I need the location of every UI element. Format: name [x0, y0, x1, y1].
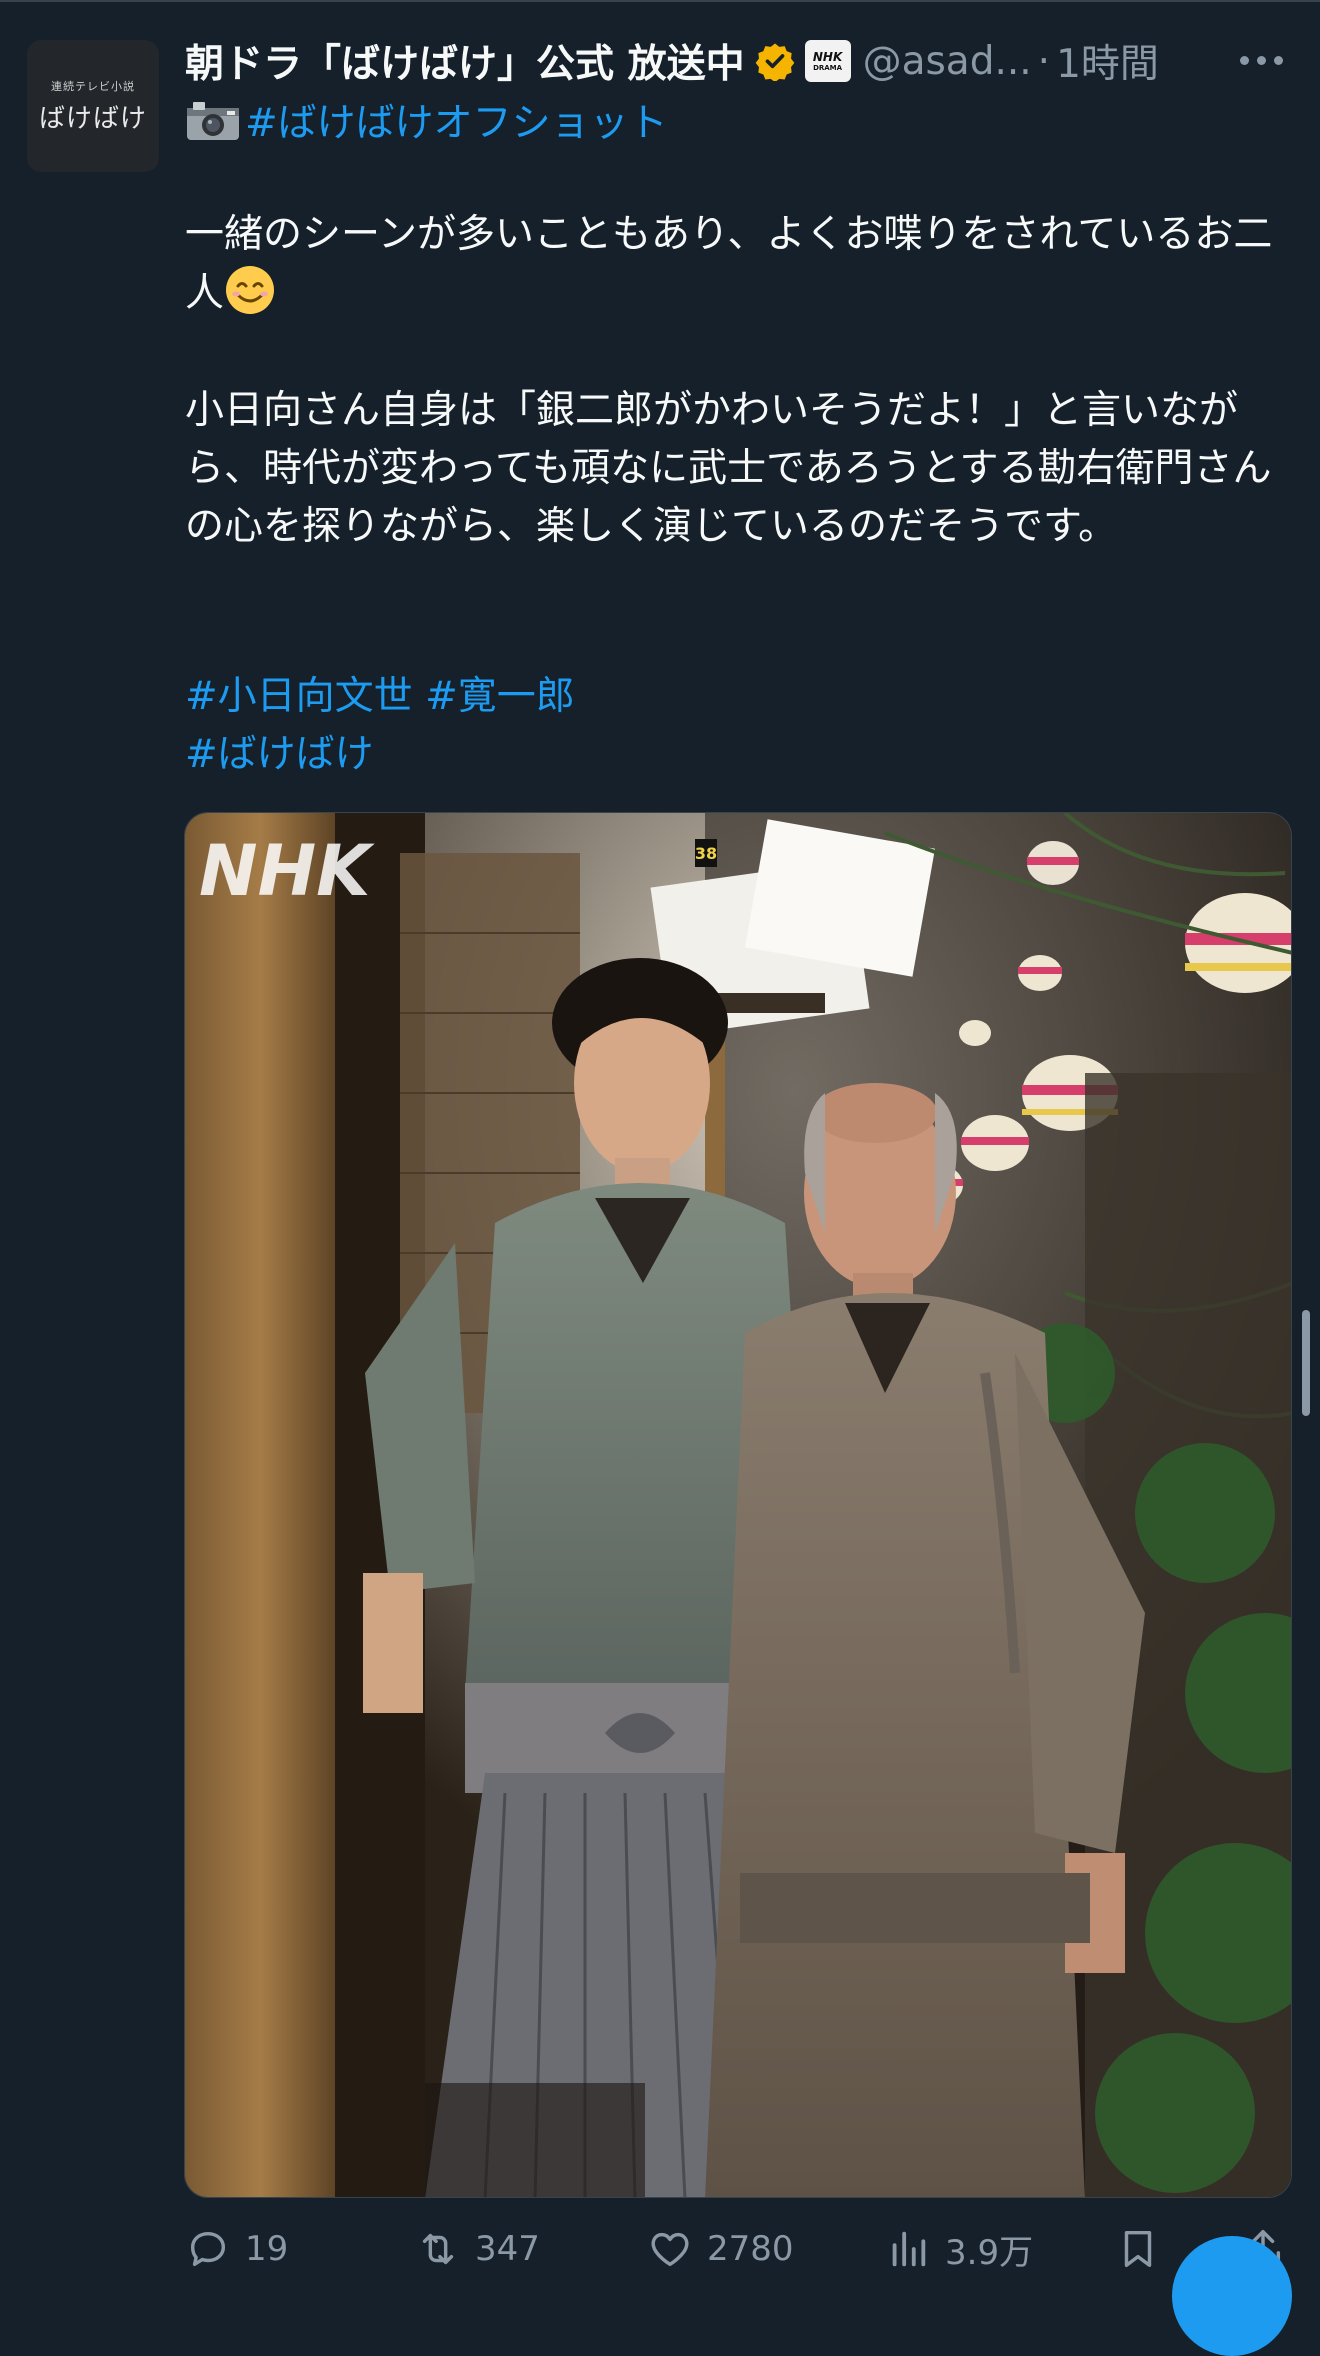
retweet-button[interactable]: 347	[415, 2212, 540, 2286]
hashtag-link[interactable]: #寛一郎	[425, 674, 575, 719]
scrollbar[interactable]	[1302, 1310, 1310, 1416]
like-count: 2780	[707, 2229, 794, 2269]
hashtags-line-2: #ばけばけ	[185, 726, 1295, 784]
tagline: #ばけばけオフショット	[185, 90, 668, 150]
reply-button[interactable]: 19	[185, 2212, 288, 2286]
affiliate-badge[interactable]: NHK DRAMA	[804, 40, 851, 82]
reply-count: 19	[245, 2229, 289, 2269]
separator-dot: ·	[1037, 38, 1051, 84]
tweet-text-paragraph-2: 小日向さん自身は「銀二郎がかわいそうだよ！」と言いながら、時代が変わっても頑なに…	[185, 388, 1272, 549]
action-bar: 19 347 2780 3.9万	[185, 2212, 1295, 2286]
more-options-icon[interactable]	[1232, 40, 1290, 80]
views-chart-icon	[892, 2231, 926, 2267]
retweet-count: 347	[475, 2229, 540, 2269]
like-button[interactable]: 2780	[647, 2212, 794, 2286]
top-divider	[0, 0, 1320, 2]
photo-watermark: NHK	[199, 830, 375, 912]
heart-icon	[651, 2232, 689, 2267]
affiliate-badge-line1: NHK	[812, 49, 843, 64]
retweet-icon	[422, 2233, 454, 2265]
reply-icon	[190, 2231, 226, 2267]
display-name[interactable]: 朝ドラ「ばけばけ」公式 放送中	[185, 33, 745, 89]
avatar[interactable]: 連続テレビ小説 ばけばけ	[27, 40, 159, 172]
hashtag-link[interactable]: #小日向文世	[185, 674, 413, 719]
tweet-text-paragraph-1: 一緒のシーンが多いこともあり、よくお喋りをされているお二人	[185, 206, 1295, 323]
views-button[interactable]: 3.9万	[885, 2212, 1033, 2286]
handle[interactable]: @asad...	[863, 39, 1032, 84]
affiliate-badge-line2: DRAMA	[813, 63, 843, 72]
tweet-header: 朝ドラ「ばけばけ」公式 放送中 NHK DRAMA @asad... · 1時間	[185, 28, 1295, 94]
hashtags: #小日向文世 #寛一郎 #ばけばけ	[185, 668, 1295, 784]
hashtags-line-1: #小日向文世 #寛一郎	[185, 668, 1295, 726]
avatar-logo: ばけばけ	[38, 103, 147, 134]
paragraph-1-text: 一緒のシーンが多いこともあり、よくお喋りをされているお二人	[185, 212, 1273, 316]
photo-scene: 38 NHK	[185, 813, 1291, 2197]
compose-fab[interactable]	[1172, 2236, 1292, 2356]
bookmark-button[interactable]	[1115, 2212, 1175, 2286]
views-count: 3.9万	[945, 2232, 1034, 2273]
hashtag-link[interactable]: #ばけばけ	[185, 732, 374, 777]
offshot-hashtag-link[interactable]: #ばけばけオフショット	[245, 92, 668, 148]
verified-badge-icon[interactable]	[755, 41, 795, 81]
smiling-face-icon	[226, 266, 275, 314]
photo-sign-number: 38	[695, 844, 717, 863]
avatar-subtitle: 連続テレビ小説	[51, 79, 135, 93]
tweet-photo[interactable]: 38 NHK	[184, 812, 1292, 2198]
bookmark-icon	[1124, 2230, 1152, 2268]
camera-with-flash-icon	[187, 102, 239, 140]
timestamp[interactable]: 1時間	[1056, 33, 1159, 89]
